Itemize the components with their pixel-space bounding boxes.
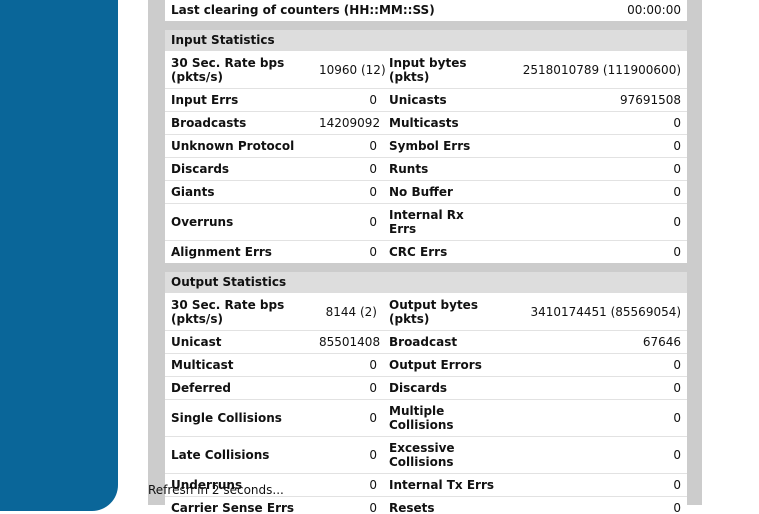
row-value: 10960 (12) [313,51,386,89]
row-label-2: Multiple Collisions [383,399,501,437]
statistics-content: Last clearing of counters (HH::MM::SS) 0… [165,0,688,514]
table-row: Unicast 85501408 Broadcast 67646 [165,330,688,354]
row-value: 0 [313,496,383,514]
table-row: Broadcasts 14209092 Multicasts 0 [165,111,688,135]
row-value-2: 67646 [501,330,688,354]
last-clearing-label: Last clearing of counters (HH::MM::SS) [165,0,595,21]
row-label-2: Input bytes (pkts) [383,51,501,89]
row-label: 30 Sec. Rate bps (pkts/s) [165,51,313,89]
row-value: 85501408 [313,330,383,354]
row-value: 0 [313,180,383,204]
row-value-2: 0 [501,399,688,437]
last-clearing-table: Last clearing of counters (HH::MM::SS) 0… [165,0,687,21]
row-value: 0 [313,88,383,112]
row-value-2: 0 [501,436,688,474]
output-statistics-body: Output Statistics 30 Sec. Rate bps (pkts… [165,272,688,514]
last-clearing-value: 00:00:00 [595,0,687,21]
row-label: Overruns [165,203,313,241]
table-row: Giants 0 No Buffer 0 [165,180,688,204]
row-label-2: Resets [383,496,501,514]
row-value: 0 [313,353,383,377]
row-label: Alignment Errs [165,240,313,263]
row-label-2: Discards [383,376,501,400]
row-label: Discards [165,157,313,181]
app-root: Last clearing of counters (HH::MM::SS) 0… [0,0,759,514]
row-value-2: 0 [501,376,688,400]
row-value-2: 0 [501,134,688,158]
row-value-2: 3410174451 (85569054) [501,293,688,331]
block-gap-1 [165,21,687,30]
row-label: Giants [165,180,313,204]
row-value-2: 2518010789 (111900600) [501,51,688,89]
row-value: 0 [313,203,383,241]
refresh-status-text: Refresh in 2 seconds... [148,483,284,497]
row-value: 0 [313,399,383,437]
table-row: Late Collisions 0 Excessive Collisions 0 [165,436,688,474]
row-value-2: 0 [501,240,688,263]
row-label: 30 Sec. Rate bps (pkts/s) [165,293,313,331]
row-value: 0 [313,240,383,263]
row-value: 8144 (2) [313,293,383,331]
row-value-2: 0 [501,353,688,377]
table-row: 30 Sec. Rate bps (pkts/s) 8144 (2) Outpu… [165,293,688,331]
row-label: Single Collisions [165,399,313,437]
output-statistics-header-row: Output Statistics [165,272,688,294]
table-row: Carrier Sense Errs 0 Resets 0 [165,496,688,514]
row-value: 0 [313,157,383,181]
table-row: Overruns 0 Internal Rx Errs 0 [165,203,688,241]
row-label-2: Symbol Errs [383,134,501,158]
table-row: Alignment Errs 0 CRC Errs 0 [165,240,688,263]
row-label-2: Broadcast [383,330,501,354]
output-statistics-table: Output Statistics 30 Sec. Rate bps (pkts… [165,272,688,514]
row-label-2: Excessive Collisions [383,436,501,474]
row-value-2: 0 [501,180,688,204]
row-value: 14209092 [313,111,383,135]
row-label: Unknown Protocol [165,134,313,158]
input-statistics-body: Input Statistics 30 Sec. Rate bps (pkts/… [165,30,688,263]
row-label: Unicast [165,330,313,354]
last-clearing-row: Last clearing of counters (HH::MM::SS) 0… [165,0,687,21]
table-row: Deferred 0 Discards 0 [165,376,688,400]
input-statistics-header-row: Input Statistics [165,30,688,52]
row-label: Broadcasts [165,111,313,135]
block-gap-2 [165,263,687,272]
row-label-2: Internal Rx Errs [383,203,501,241]
row-label-2: Output bytes (pkts) [383,293,501,331]
row-label-2: CRC Errs [383,240,501,263]
table-row: Input Errs 0 Unicasts 97691508 [165,88,688,112]
row-value: 0 [313,436,383,474]
row-value-2: 0 [501,203,688,241]
row-value: 0 [313,376,383,400]
input-statistics-title: Input Statistics [165,30,688,52]
table-row: Multicast 0 Output Errors 0 [165,353,688,377]
row-label: Multicast [165,353,313,377]
row-value-2: 0 [501,496,688,514]
output-statistics-title: Output Statistics [165,272,688,294]
row-label-2: Multicasts [383,111,501,135]
table-row: Unknown Protocol 0 Symbol Errs 0 [165,134,688,158]
row-label: Late Collisions [165,436,313,474]
left-navigation-panel [0,0,118,511]
table-row: 30 Sec. Rate bps (pkts/s) 10960 (12) Inp… [165,51,688,89]
row-label-2: Output Errors [383,353,501,377]
row-label: Deferred [165,376,313,400]
row-value-2: 97691508 [501,88,688,112]
row-value-2: 0 [501,111,688,135]
row-label: Carrier Sense Errs [165,496,313,514]
row-value: 0 [313,134,383,158]
row-label-2: Runts [383,157,501,181]
table-row: Discards 0 Runts 0 [165,157,688,181]
row-label-2: No Buffer [383,180,501,204]
row-label: Input Errs [165,88,313,112]
table-row: Single Collisions 0 Multiple Collisions … [165,399,688,437]
row-label-2: Unicasts [383,88,501,112]
input-statistics-table: Input Statistics 30 Sec. Rate bps (pkts/… [165,30,688,263]
row-value-2: 0 [501,157,688,181]
